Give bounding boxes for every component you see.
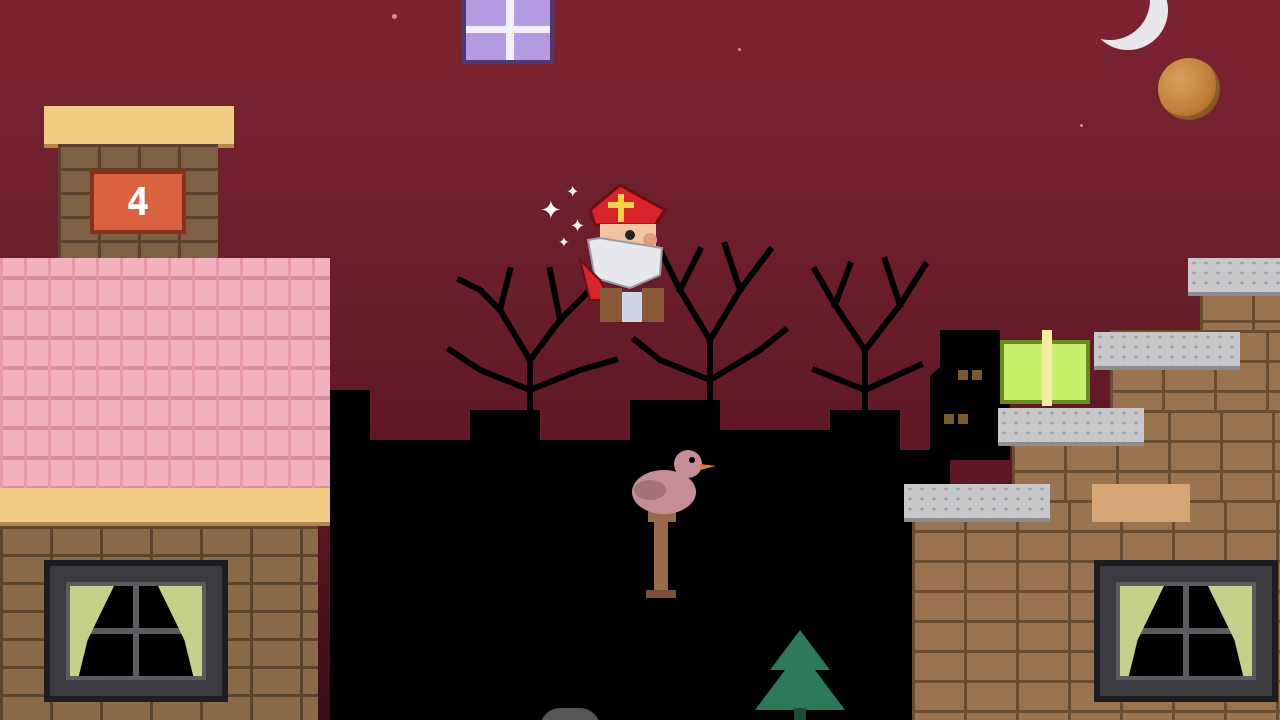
- house-window: [44, 560, 228, 702]
- brick-highlight: [1092, 484, 1190, 522]
- stone-ledge: [1094, 332, 1240, 370]
- sparkle-icon: ✦: [540, 196, 562, 226]
- house-number-plate: 4: [90, 170, 186, 234]
- stone-ledge: [904, 484, 1050, 522]
- stone-ledge: [1188, 258, 1280, 296]
- christmas-tree: [740, 630, 860, 720]
- lit-window: [958, 414, 968, 424]
- star: [392, 14, 397, 19]
- lit-window: [958, 370, 968, 380]
- chimney-cap: [44, 106, 234, 148]
- sinterklaas-player[interactable]: [570, 180, 680, 330]
- bird-on-post[interactable]: [620, 440, 720, 600]
- sparkle-icon: ✦: [566, 182, 580, 201]
- star: [738, 48, 741, 51]
- curtain: [1208, 586, 1252, 676]
- green-gift[interactable]: [1000, 330, 1090, 406]
- tiled-roof: [0, 258, 330, 490]
- stone-ledge: [998, 408, 1144, 446]
- sparkle-icon: ✦: [558, 235, 570, 251]
- pepernoot-cookie[interactable]: [1158, 58, 1220, 120]
- bare-tree: [810, 256, 930, 453]
- sparkle-icon: ✦: [570, 216, 586, 237]
- lit-window: [972, 370, 982, 380]
- star: [1080, 124, 1083, 127]
- moon-icon: [1070, 0, 1150, 40]
- left-house: 4: [0, 0, 330, 720]
- roof-trim: [0, 488, 330, 526]
- game-scene: 4 ✦ ✦ ✦ ✦: [0, 0, 1280, 720]
- curtain: [158, 586, 202, 676]
- house-window: [1094, 560, 1278, 702]
- curtain: [1120, 586, 1164, 676]
- lit-window: [944, 414, 954, 424]
- purple-gift[interactable]: [462, 0, 554, 64]
- curtain: [70, 586, 114, 676]
